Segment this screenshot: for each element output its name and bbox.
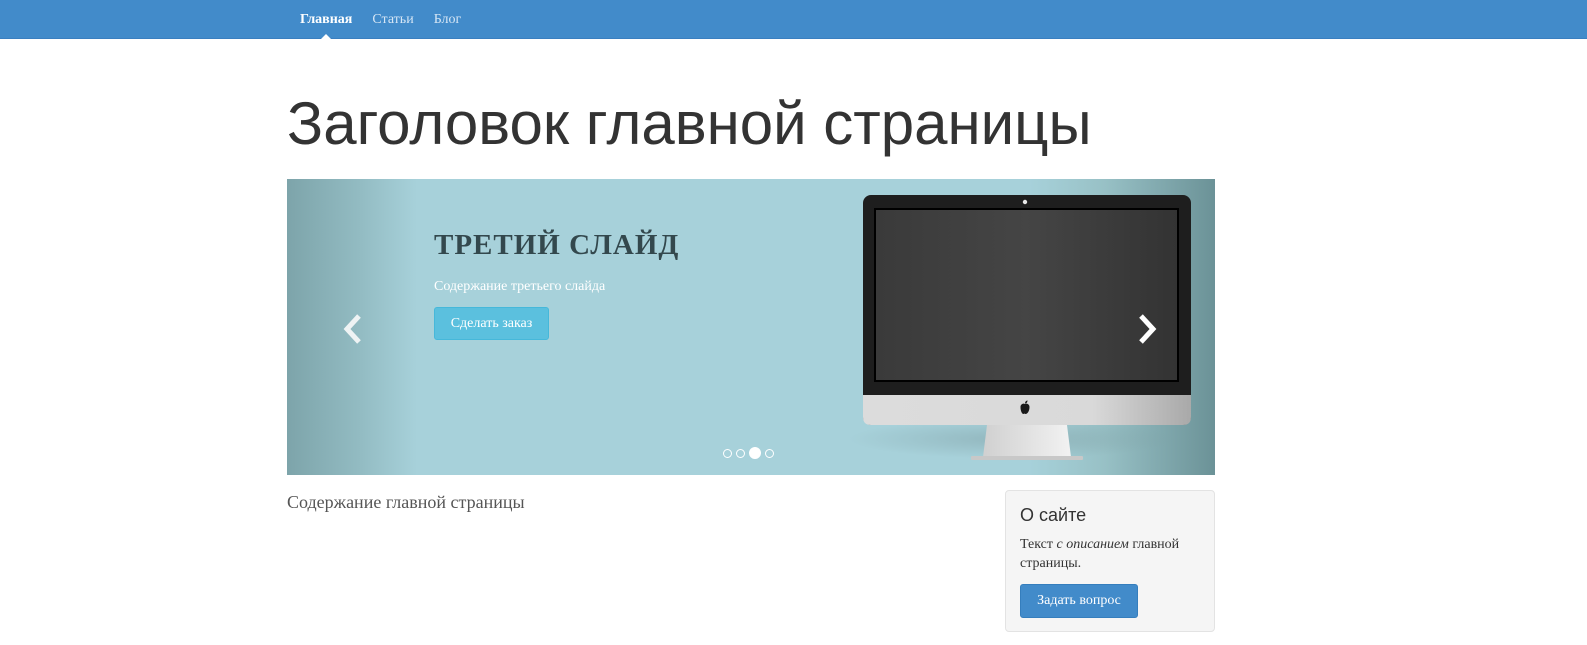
carousel-indicator-1[interactable] bbox=[723, 448, 732, 458]
sidebar-text: Текст с описанием главной страницы. bbox=[1020, 535, 1205, 573]
top-navbar: Главная Статьи Блог bbox=[0, 0, 1587, 40]
main-content-text: Содержание главной страницы bbox=[287, 492, 525, 512]
sidebar-text-emphasis: с описанием bbox=[1056, 537, 1129, 552]
carousel-indicator-4[interactable] bbox=[765, 448, 774, 458]
slide-text: Содержание третьего слайда bbox=[434, 279, 606, 294]
carousel-next-button[interactable] bbox=[1127, 309, 1167, 349]
carousel: ТРЕТИЙ СЛАЙД Содержание третьего слайда … bbox=[287, 179, 1215, 475]
nav-item-blog[interactable]: Блог bbox=[424, 0, 472, 39]
carousel-indicators bbox=[721, 447, 776, 459]
chevron-right-icon bbox=[1139, 314, 1157, 344]
ask-question-button[interactable]: Задать вопрос bbox=[1020, 584, 1138, 618]
about-sidebar: О сайте Текст с описанием главной страни… bbox=[1005, 490, 1215, 632]
sidebar-title: О сайте bbox=[1020, 505, 1087, 525]
sidebar-text-start: Текст bbox=[1020, 537, 1057, 552]
page-title: Заголовок главной страницы bbox=[287, 90, 1092, 157]
nav-item-articles[interactable]: Статьи bbox=[362, 0, 423, 39]
carousel-indicator-3[interactable] bbox=[749, 447, 761, 459]
nav-item-home[interactable]: Главная bbox=[290, 0, 362, 40]
chevron-left-icon bbox=[343, 314, 361, 344]
nav-menu: Главная Статьи Блог bbox=[290, 0, 472, 40]
order-button[interactable]: Сделать заказ bbox=[434, 307, 549, 340]
carousel-prev-button[interactable] bbox=[333, 309, 373, 349]
slide-title: ТРЕТИЙ СЛАЙД bbox=[434, 229, 680, 261]
carousel-indicator-2[interactable] bbox=[736, 448, 745, 458]
